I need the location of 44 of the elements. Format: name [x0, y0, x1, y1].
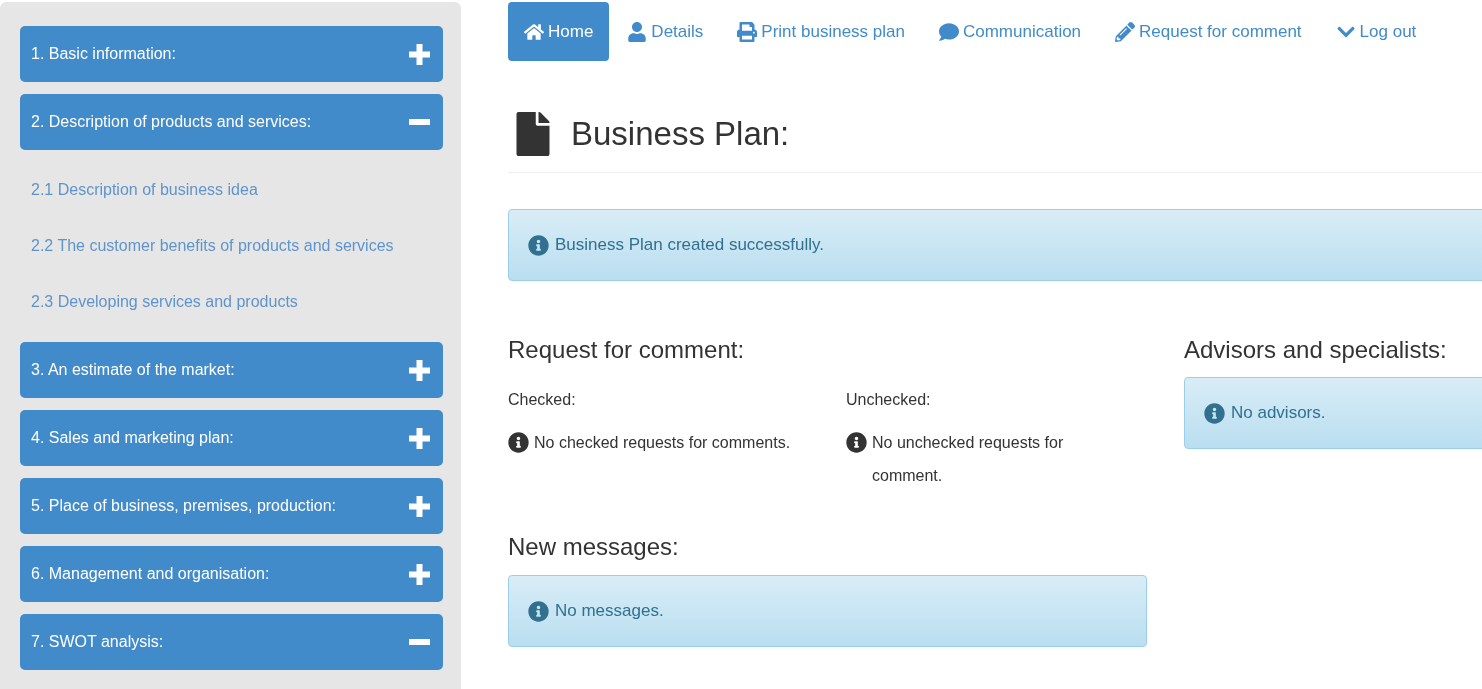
plus-icon — [409, 359, 430, 381]
nav-link[interactable]: Request for comment — [1099, 2, 1318, 61]
section-header[interactable]: 1. Basic information: — [20, 26, 443, 82]
minus-icon — [409, 639, 430, 645]
nav-link[interactable]: Details — [611, 2, 720, 61]
column-label: Unchecked: — [846, 390, 932, 410]
info-icon — [1204, 402, 1225, 424]
plus-icon — [409, 43, 430, 65]
printer-icon — [737, 21, 758, 42]
alert-text: No messages. — [555, 601, 664, 621]
message-text: No unchecked requests for comment. — [872, 433, 1065, 486]
user-icon — [627, 21, 648, 42]
info-icon — [528, 234, 549, 256]
pencil-icon — [1115, 21, 1136, 42]
alert-text: Business Plan created successfully. — [555, 235, 824, 255]
nav-link[interactable]: Home — [508, 2, 610, 61]
nav-link[interactable]: Log out — [1319, 2, 1433, 61]
plus-icon — [409, 495, 430, 517]
subsection-link[interactable]: 2.3 Developing services and products — [20, 274, 443, 330]
section-header[interactable]: 3. An estimate of the market: — [20, 342, 443, 398]
message-text: No checked requests for comments. — [534, 433, 791, 453]
minus-icon — [409, 119, 430, 125]
nav-link[interactable]: Print business plan — [721, 2, 921, 61]
info-icon — [508, 432, 529, 453]
column-label: Checked: — [508, 390, 577, 410]
section-header[interactable]: 6. Management and organisation: — [20, 546, 443, 602]
home-icon — [524, 21, 544, 42]
section-header[interactable]: 7. SWOT analysis: — [20, 614, 443, 670]
section-heading: New messages: — [508, 533, 680, 561]
section-header[interactable]: 4. Sales and marketing plan: — [20, 410, 443, 466]
section-header[interactable]: 2. Description of products and services: — [20, 94, 443, 150]
nav-link[interactable]: Communication — [922, 2, 1098, 61]
section-heading: Advisors and specialists: — [1184, 336, 1448, 364]
info-icon — [846, 432, 867, 453]
subsection-link[interactable]: 2.2 The customer benefits of products and services — [20, 218, 443, 274]
section-header[interactable]: 5. Place of business, premises, production: — [20, 478, 443, 534]
section-heading: Request for comment: — [508, 336, 746, 364]
subsection-link[interactable]: 2.1 Description of business idea — [20, 162, 443, 218]
plus-icon — [409, 563, 430, 585]
alert-text: No advisors. — [1231, 403, 1326, 423]
info-icon — [528, 600, 549, 622]
page-title: Business Plan: — [571, 114, 790, 154]
speech-bubble-icon — [938, 21, 959, 42]
plus-icon — [409, 427, 430, 449]
